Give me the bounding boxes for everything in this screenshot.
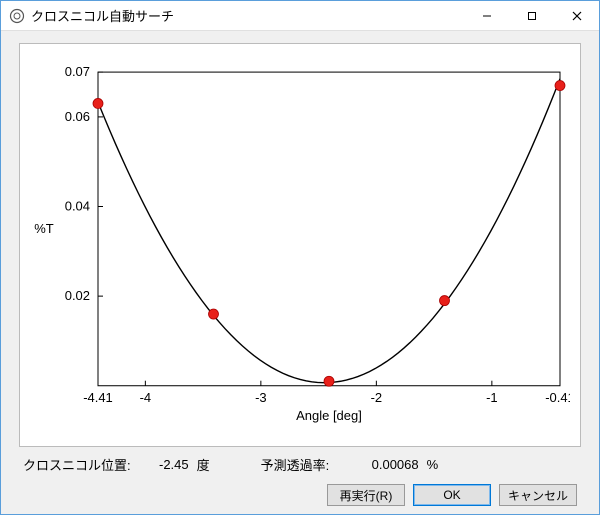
svg-text:-4.41: -4.41: [83, 390, 113, 405]
position-label: クロスニコル位置:: [23, 455, 131, 474]
minimize-button[interactable]: [464, 1, 509, 30]
cancel-button[interactable]: キャンセル: [499, 484, 577, 506]
svg-text:%T: %T: [34, 221, 54, 236]
window-title: クロスニコル自動サーチ: [31, 6, 464, 25]
trans-unit: %: [427, 457, 455, 472]
svg-text:-4: -4: [140, 390, 152, 405]
app-icon: [9, 8, 25, 24]
content-area: 0.02 0.04 0.06 0.07 -4.41 -4 -3 -2 -1 -0.41 Angle …: [1, 31, 599, 514]
button-row: 再実行(R) OK キャンセル: [19, 478, 581, 506]
svg-text:0.06: 0.06: [65, 109, 90, 124]
window-controls: [464, 1, 599, 30]
svg-text:0.02: 0.02: [65, 288, 90, 303]
info-row: クロスニコル位置: -2.45 度 予測透過率: 0.00068 %: [19, 447, 581, 478]
titlebar: クロスニコル自動サーチ: [1, 1, 599, 31]
rerun-button[interactable]: 再実行(R): [327, 484, 405, 506]
svg-text:-2: -2: [371, 390, 383, 405]
svg-text:-0.41: -0.41: [545, 390, 570, 405]
svg-text:0.07: 0.07: [65, 64, 90, 79]
svg-text:0.04: 0.04: [65, 199, 90, 214]
svg-text:-1: -1: [486, 390, 498, 405]
trans-value: 0.00068: [369, 457, 419, 472]
svg-text:-3: -3: [255, 390, 267, 405]
ok-button[interactable]: OK: [413, 484, 491, 506]
close-button[interactable]: [554, 1, 599, 30]
dialog-window: クロスニコル自動サーチ 0.02 0.04 0.06 0.07 -4.41 -4 -3 -2 -…: [0, 0, 600, 515]
chart-plot: 0.02 0.04 0.06 0.07 -4.41 -4 -3 -2 -1 -0.41 Angle …: [30, 54, 570, 436]
position-unit: 度: [197, 455, 225, 474]
maximize-button[interactable]: [509, 1, 554, 30]
trans-label: 予測透過率:: [261, 455, 361, 474]
chart-panel: 0.02 0.04 0.06 0.07 -4.41 -4 -3 -2 -1 -0.41 Angle …: [19, 43, 581, 447]
svg-text:Angle [deg]: Angle [deg]: [296, 408, 362, 423]
position-value: -2.45: [139, 457, 189, 472]
